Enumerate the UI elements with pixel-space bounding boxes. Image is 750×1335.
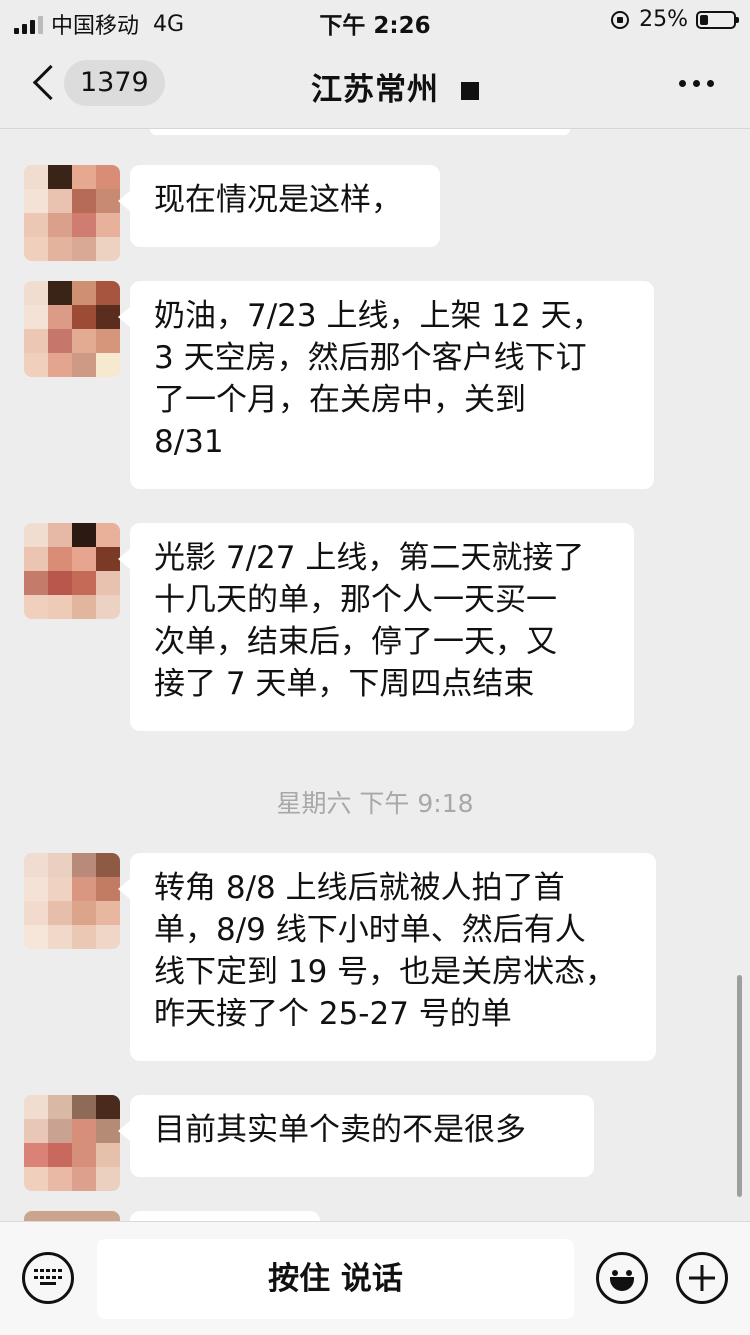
message-bubble[interactable]: 光影 7/27 上线，第二天就接了 十几天的单，那个人一天买一 次单，结束后，停…	[118, 523, 634, 731]
message-bubble[interactable]: 现在情况是这样，	[118, 165, 440, 247]
keyboard-icon[interactable]	[22, 1252, 74, 1304]
avatar[interactable]	[24, 523, 120, 619]
message-bubble[interactable]: 奶油，7/23 上线，上架 12 天， 3 天空房，然后那个客户线下订 了一个月…	[118, 281, 654, 489]
message-bubble[interactable]: 目前其实单个卖的不是很多	[118, 1095, 594, 1177]
more-options-icon[interactable]	[679, 80, 714, 87]
battery-percent: 25%	[639, 7, 688, 32]
status-bar: 中国移动 4G 下午 2:26 25%	[0, 0, 750, 40]
message-bubble[interactable]: 转角 8/8 上线后就被人拍了首 单，8/9 线下小时单、然后有人 线下定到 1…	[118, 853, 656, 1061]
plus-icon[interactable]	[676, 1252, 728, 1304]
avatar[interactable]	[24, 281, 120, 377]
hold-to-talk-button[interactable]: 按住 说话	[97, 1239, 574, 1319]
avatar[interactable]	[24, 165, 120, 261]
avatar[interactable]	[24, 1095, 120, 1191]
scrollbar[interactable]	[737, 975, 742, 1197]
chat-input-bar: 按住 说话	[0, 1221, 750, 1335]
battery-icon	[696, 10, 739, 29]
chat-message-list[interactable]: 现在情况是这样， 奶油，7/23 上线，上架 12 天， 3 天空房，然后那个客…	[0, 129, 750, 1221]
redaction-block	[461, 82, 479, 100]
battery-level-fill	[700, 14, 708, 25]
emoji-icon[interactable]	[596, 1252, 648, 1304]
previous-message-bubble	[150, 129, 570, 135]
avatar[interactable]	[24, 853, 120, 949]
message-bubble[interactable]	[130, 1211, 320, 1221]
chat-title: 江苏常州	[311, 72, 439, 108]
time-divider: 星期六 下午 9:18	[276, 789, 474, 818]
chat-header: 1379 江苏常州	[0, 40, 750, 129]
orientation-lock-icon	[611, 10, 630, 29]
avatar[interactable]	[24, 1211, 120, 1221]
